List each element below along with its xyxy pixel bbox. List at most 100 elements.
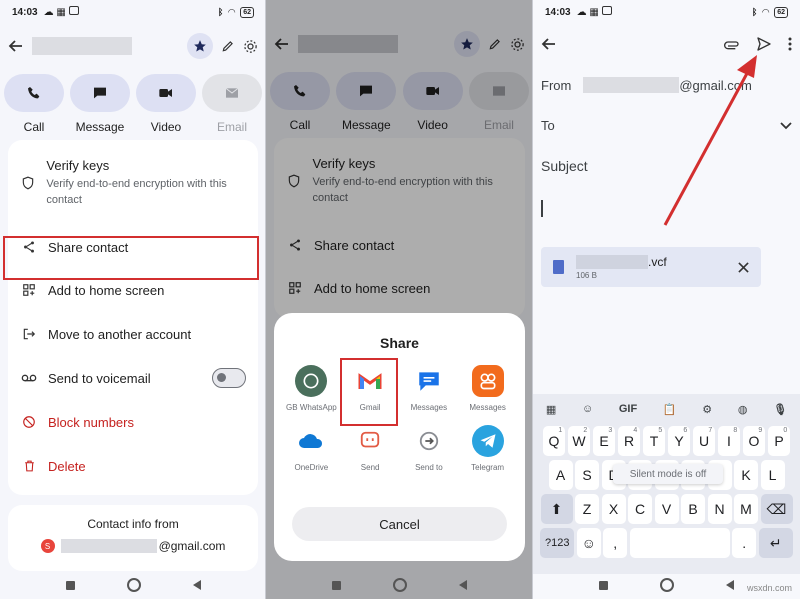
call-action[interactable]: Call bbox=[4, 74, 64, 134]
settings-gear-icon[interactable] bbox=[243, 39, 258, 54]
space-key[interactable] bbox=[629, 528, 730, 558]
share-app-telegram[interactable]: Telegram bbox=[459, 425, 517, 473]
app-label: Telegram bbox=[471, 463, 505, 472]
home-button[interactable] bbox=[393, 578, 407, 592]
microphone-icon[interactable]: 🎙 bbox=[773, 403, 787, 416]
key-n[interactable]: N bbox=[707, 494, 732, 524]
move-account-item[interactable]: Move to another account bbox=[8, 312, 258, 356]
back-button[interactable] bbox=[459, 580, 467, 590]
add-home-screen-item[interactable]: Add to home screen bbox=[8, 268, 258, 312]
trash-icon bbox=[20, 459, 38, 473]
verify-keys-item[interactable]: Verify keys Verify end-to-end encryption… bbox=[8, 140, 258, 225]
block-icon bbox=[20, 415, 38, 429]
key-q[interactable]: Q1 bbox=[542, 426, 566, 456]
app-label: Messages bbox=[469, 403, 506, 412]
back-arrow-icon[interactable] bbox=[8, 38, 24, 54]
video-action[interactable]: Video bbox=[136, 74, 196, 134]
battery-icon: 62 bbox=[774, 6, 788, 18]
clipboard-icon[interactable]: 📋 bbox=[663, 403, 677, 416]
telegram-icon bbox=[471, 425, 504, 457]
gmail-icon bbox=[354, 365, 387, 397]
apps-grid-icon[interactable]: ▦ bbox=[546, 403, 556, 416]
sticker-icon[interactable]: ☺ bbox=[582, 403, 593, 415]
email-action[interactable]: Email bbox=[202, 74, 262, 134]
chevron-down-icon[interactable] bbox=[780, 121, 792, 130]
key-b[interactable]: B bbox=[681, 494, 705, 524]
key-w[interactable]: W2 bbox=[567, 426, 591, 456]
key-a[interactable]: A bbox=[548, 460, 573, 490]
share-app-messages[interactable]: Messages bbox=[400, 365, 458, 413]
key-e[interactable]: E3 bbox=[592, 426, 616, 456]
delete-label: Delete bbox=[48, 458, 86, 474]
key-v[interactable]: V bbox=[654, 494, 679, 524]
share-app-messages-alt[interactable]: Messages bbox=[459, 365, 517, 413]
shift-key[interactable]: ⬆ bbox=[540, 494, 573, 524]
send-voicemail-label: Send to voicemail bbox=[48, 370, 151, 386]
close-icon[interactable] bbox=[738, 261, 749, 273]
key-p[interactable]: P0 bbox=[767, 426, 791, 456]
key-u[interactable]: U7 bbox=[692, 426, 716, 456]
attach-paperclip-icon[interactable] bbox=[724, 38, 740, 50]
recents-button[interactable] bbox=[65, 580, 75, 590]
cancel-button[interactable]: Cancel bbox=[292, 507, 507, 541]
app-label: Gmail bbox=[359, 403, 381, 412]
enter-key[interactable]: ↵ bbox=[758, 528, 793, 558]
home-button[interactable] bbox=[660, 578, 674, 592]
emoji-key[interactable]: ☺ bbox=[576, 528, 601, 558]
back-button[interactable] bbox=[726, 580, 734, 590]
send-voicemail-item[interactable]: Send to voicemail bbox=[8, 356, 258, 400]
settings-gear-icon[interactable]: ⚙ bbox=[702, 403, 712, 416]
key-y[interactable]: Y6 bbox=[667, 426, 691, 456]
gif-button[interactable]: GIF bbox=[619, 403, 637, 415]
notification-icons: ☁ ▦ bbox=[577, 6, 612, 18]
recents-button[interactable] bbox=[332, 580, 341, 590]
key-z[interactable]: Z bbox=[575, 494, 599, 524]
key-m[interactable]: M bbox=[734, 494, 758, 524]
key-l[interactable]: L bbox=[760, 460, 785, 490]
palette-icon[interactable]: ◍ bbox=[738, 403, 748, 416]
status-bar: 14:03 ☁ ▦ ᛒ ◠ 62 bbox=[0, 0, 266, 24]
action-label: Call bbox=[23, 120, 45, 134]
wifi-icon: ◠ bbox=[762, 6, 770, 17]
message-action[interactable]: Message bbox=[70, 74, 130, 134]
body-text-cursor[interactable] bbox=[541, 200, 543, 217]
bluetooth-icon: ᛒ bbox=[217, 7, 224, 17]
back-arrow-icon[interactable] bbox=[541, 36, 557, 52]
share-contact-item[interactable]: Share contact bbox=[8, 231, 258, 263]
share-app-send[interactable]: Send bbox=[341, 425, 399, 473]
share-app-gmail[interactable]: Gmail bbox=[341, 365, 399, 413]
attachment-chip[interactable]: .vcf 106 B bbox=[541, 247, 761, 287]
more-vert-icon[interactable] bbox=[788, 37, 792, 51]
share-app-grid: GB WhatsApp Gmail Messages Messages OneD… bbox=[274, 365, 525, 473]
share-sheet: Share GB WhatsApp Gmail Messages Message… bbox=[274, 313, 525, 561]
voicemail-toggle[interactable] bbox=[212, 368, 246, 388]
home-button[interactable] bbox=[126, 578, 141, 592]
key-t[interactable]: T5 bbox=[642, 426, 666, 456]
share-app-gb-whatsapp[interactable]: GB WhatsApp bbox=[282, 365, 340, 413]
edit-pencil-icon[interactable] bbox=[221, 39, 235, 53]
period-key[interactable]: . bbox=[732, 528, 757, 558]
key-r[interactable]: R4 bbox=[617, 426, 641, 456]
quick-actions: Call Message Video Email bbox=[4, 74, 262, 134]
delete-item[interactable]: Delete bbox=[8, 444, 258, 488]
share-app-onedrive[interactable]: OneDrive bbox=[282, 425, 340, 473]
system-icons: ᛒ ◠ 62 bbox=[217, 6, 254, 18]
block-numbers-item[interactable]: Block numbers bbox=[8, 400, 258, 444]
key-c[interactable]: C bbox=[628, 494, 652, 524]
action-label: Email bbox=[216, 120, 247, 134]
recents-button[interactable] bbox=[599, 580, 608, 590]
comma-key[interactable]: , bbox=[603, 528, 628, 558]
key-o[interactable]: O9 bbox=[742, 426, 766, 456]
email-domain: @gmail.com bbox=[158, 539, 226, 553]
share-app-send-to[interactable]: Send to bbox=[400, 425, 458, 473]
backspace-key[interactable]: ⌫ bbox=[760, 494, 793, 524]
key-i[interactable]: I8 bbox=[717, 426, 741, 456]
key-x[interactable]: X bbox=[601, 494, 626, 524]
key-k[interactable]: K bbox=[734, 460, 758, 490]
key-s[interactable]: S bbox=[575, 460, 599, 490]
keyboard-row-1: Q1W2E3R4T5Y6U7I8O9P0 bbox=[533, 426, 800, 456]
back-button[interactable] bbox=[192, 580, 201, 590]
star-icon[interactable] bbox=[187, 33, 213, 59]
symbols-key[interactable]: ?123 bbox=[540, 528, 575, 558]
key-number-hint: 0 bbox=[783, 427, 788, 434]
